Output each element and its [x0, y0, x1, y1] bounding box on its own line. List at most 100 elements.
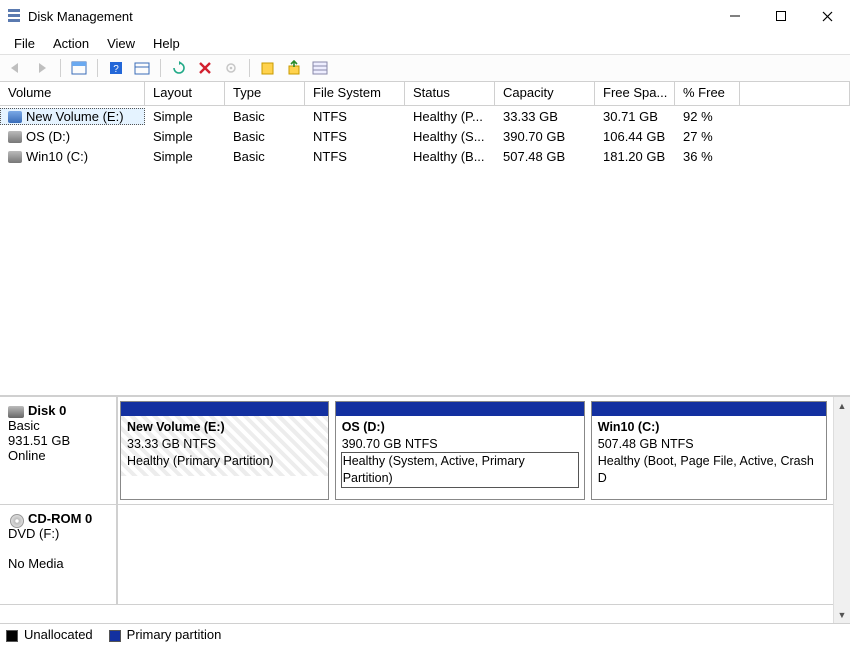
- col-status[interactable]: Status: [405, 82, 495, 105]
- cell: New Volume (E:): [0, 108, 145, 125]
- cell: Simple: [145, 148, 225, 165]
- cell: Healthy (S...: [405, 128, 495, 145]
- toolbar-separator: [60, 59, 61, 77]
- device-header[interactable]: Disk 0Basic931.51 GBOnline: [0, 397, 118, 504]
- new-volume-button[interactable]: [256, 57, 280, 79]
- toolbar-separator: [160, 59, 161, 77]
- partition-size: 33.33 GB NTFS: [127, 436, 322, 453]
- disk-row: CD-ROM 0DVD (F:) No Media: [0, 505, 833, 605]
- cell: 390.70 GB: [495, 128, 595, 145]
- partition-status: Healthy (Primary Partition): [127, 453, 322, 470]
- menu-action[interactable]: Action: [45, 34, 97, 53]
- vertical-scrollbar[interactable]: ▲ ▼: [833, 397, 850, 623]
- cell: Simple: [145, 108, 225, 125]
- scroll-up-button[interactable]: ▲: [834, 397, 850, 414]
- col-free-space[interactable]: Free Spa...: [595, 82, 675, 105]
- legend-item: Unallocated: [6, 627, 93, 642]
- partition-status: Healthy (System, Active, Primary Partiti…: [342, 453, 578, 487]
- refresh-button[interactable]: [167, 57, 191, 79]
- partition-block[interactable]: OS (D:) 390.70 GB NTFS Healthy (System, …: [335, 401, 585, 500]
- cell: 33.33 GB: [495, 108, 595, 125]
- toolbar-separator: [97, 59, 98, 77]
- export-button[interactable]: [282, 57, 306, 79]
- volume-icon: [8, 151, 22, 163]
- scroll-down-button[interactable]: ▼: [834, 606, 850, 623]
- app-icon: [6, 8, 22, 24]
- device-header[interactable]: CD-ROM 0DVD (F:) No Media: [0, 505, 118, 604]
- settings-button[interactable]: [130, 57, 154, 79]
- cell: 181.20 GB: [595, 148, 675, 165]
- volume-icon: [8, 131, 22, 143]
- cell: 30.71 GB: [595, 108, 675, 125]
- volume-row[interactable]: Win10 (C:)SimpleBasicNTFSHealthy (B...50…: [0, 146, 850, 166]
- new-volume-icon: [260, 61, 276, 75]
- maximize-icon: [776, 11, 786, 21]
- delete-x-icon: [198, 61, 212, 75]
- cell: NTFS: [305, 108, 405, 125]
- col-empty[interactable]: [740, 82, 850, 105]
- cell: Win10 (C:): [0, 148, 145, 165]
- calendar-icon: [134, 61, 150, 75]
- volume-list-header: Volume Layout Type File System Status Ca…: [0, 82, 850, 106]
- show-hide-button[interactable]: [67, 57, 91, 79]
- close-icon: [822, 11, 833, 22]
- partition-header-bar: [592, 402, 826, 416]
- partition-header-bar: [336, 402, 584, 416]
- cell: 27 %: [675, 128, 740, 145]
- cell: 92 %: [675, 108, 740, 125]
- cell: 507.48 GB: [495, 148, 595, 165]
- col-capacity[interactable]: Capacity: [495, 82, 595, 105]
- maximize-button[interactable]: [758, 0, 804, 32]
- partition-block[interactable]: New Volume (E:) 33.33 GB NTFS Healthy (P…: [120, 401, 329, 500]
- rescan-button[interactable]: [219, 57, 243, 79]
- partition-area: [118, 505, 833, 604]
- help-icon: ?: [108, 60, 124, 76]
- minimize-icon: [730, 11, 740, 21]
- legend-label: Primary partition: [127, 627, 222, 642]
- partition-title: New Volume (E:): [127, 419, 322, 436]
- forward-button[interactable]: [30, 57, 54, 79]
- device-info-line: 931.51 GB: [8, 433, 108, 448]
- menu-view[interactable]: View: [99, 34, 143, 53]
- menu-file[interactable]: File: [6, 34, 43, 53]
- legend-swatch: [109, 630, 121, 642]
- partition-block[interactable]: Win10 (C:) 507.48 GB NTFS Healthy (Boot,…: [591, 401, 827, 500]
- partition-area: New Volume (E:) 33.33 GB NTFS Healthy (P…: [118, 397, 833, 504]
- minimize-button[interactable]: [712, 0, 758, 32]
- gear-icon: [223, 61, 239, 75]
- volume-row[interactable]: OS (D:)SimpleBasicNTFSHealthy (S...390.7…: [0, 126, 850, 146]
- menu-help[interactable]: Help: [145, 34, 188, 53]
- disk-row: Disk 0Basic931.51 GBOnline New Volume (E…: [0, 397, 833, 505]
- scrollbar-track[interactable]: [834, 414, 850, 606]
- toolbar: ?: [0, 54, 850, 82]
- partition-header-bar: [121, 402, 328, 416]
- col-layout[interactable]: Layout: [145, 82, 225, 105]
- device-info-line: No Media: [8, 556, 108, 571]
- help-button[interactable]: ?: [104, 57, 128, 79]
- volume-row[interactable]: New Volume (E:)SimpleBasicNTFSHealthy (P…: [0, 106, 850, 126]
- close-button[interactable]: [804, 0, 850, 32]
- legend-label: Unallocated: [24, 627, 93, 642]
- cell: NTFS: [305, 148, 405, 165]
- back-button[interactable]: [4, 57, 28, 79]
- col-type[interactable]: Type: [225, 82, 305, 105]
- partition-size: 390.70 GB NTFS: [342, 436, 578, 453]
- refresh-icon: [171, 60, 187, 76]
- cell: Healthy (B...: [405, 148, 495, 165]
- device-name: Disk 0: [28, 403, 66, 418]
- properties-button[interactable]: [308, 57, 332, 79]
- volume-list-body[interactable]: New Volume (E:)SimpleBasicNTFSHealthy (P…: [0, 106, 850, 395]
- menu-bar: FileActionViewHelp: [0, 32, 850, 54]
- col-filesystem[interactable]: File System: [305, 82, 405, 105]
- disk-graphic-pane: Disk 0Basic931.51 GBOnline New Volume (E…: [0, 397, 850, 623]
- col-volume[interactable]: Volume: [0, 82, 145, 105]
- legend-bar: Unallocated Primary partition: [0, 623, 850, 645]
- delete-button[interactable]: [193, 57, 217, 79]
- cell: 36 %: [675, 148, 740, 165]
- export-icon: [286, 60, 302, 76]
- cell: Basic: [225, 128, 305, 145]
- partition-status: Healthy (Boot, Page File, Active, Crash …: [598, 453, 820, 487]
- col-pct-free[interactable]: % Free: [675, 82, 740, 105]
- legend-swatch: [6, 630, 18, 642]
- cdrom-icon: [8, 514, 24, 526]
